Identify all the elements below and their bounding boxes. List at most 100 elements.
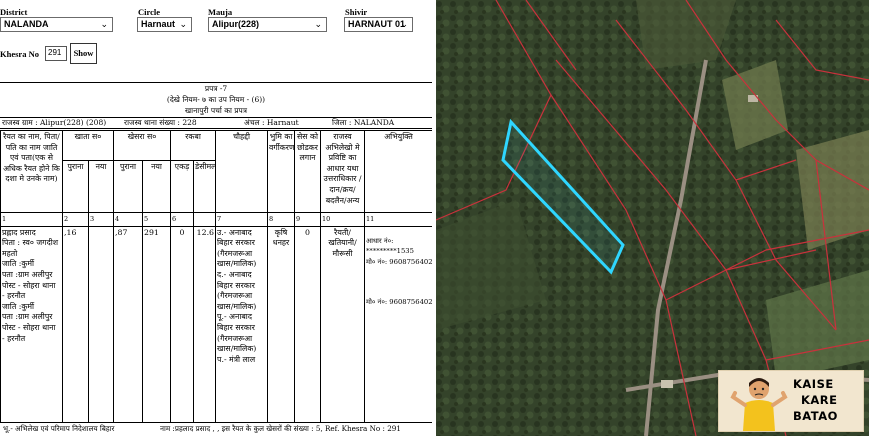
form-subtitle: खानापुरी पर्चा का प्रपत्र — [185, 106, 247, 115]
raiyat-line: पोस्ट - सोहरा थाना — [2, 322, 56, 332]
header-khesra: खेसरा स० — [113, 130, 172, 161]
chauhaddi-line: उ.- अनाबाद — [217, 227, 252, 237]
mauja-label: Mauja — [208, 7, 233, 17]
khata-purana-cell: ,16 — [62, 225, 89, 423]
khesra-label: Khesra No — [0, 49, 39, 59]
bhumi-line: धनहर — [272, 238, 290, 248]
rajasv-line: खतियानी/ — [328, 238, 357, 248]
col-num: 1 — [0, 212, 63, 227]
rajasv-line: मौरूसी — [332, 248, 353, 258]
shivir-value: HARNAUT 01 — [348, 19, 406, 29]
circle-value: Harnaut — [141, 19, 176, 29]
chauhaddi-line: पू.- अनाबाद — [217, 312, 252, 322]
shivir-select[interactable]: HARNAUT 01 ⌄ — [344, 17, 413, 32]
header-chauhaddi: चौहद्दी — [215, 130, 269, 213]
chevron-down-icon: ⌄ — [400, 19, 408, 29]
record-footer: भू.- अभिलेख एवं परिमाप निदेशालय बिहार ना… — [0, 422, 432, 434]
header-khata: खाता स० — [61, 130, 115, 161]
circle-label: Circle — [138, 7, 161, 17]
acre-cell: 0 — [170, 225, 195, 423]
chauhaddi-line: बिहार सरकार — [217, 238, 255, 248]
logo-line-1: KAISE — [793, 377, 834, 391]
col-num: 3 — [87, 212, 115, 227]
ses-cell: 0 — [294, 225, 322, 423]
chauhaddi-line: खास/मालिक) — [217, 259, 257, 269]
anchal: अंचल : Harnaut — [244, 118, 299, 127]
bhumi-cell: कृषि धनहर — [267, 225, 296, 423]
chauhaddi-line: (गैरमजरूआ — [217, 333, 253, 343]
column-number-row: 1 2 3 4 5 6 7 8 9 10 11 — [0, 212, 432, 227]
raiyat-line: जाति :कुर्मी — [2, 259, 35, 269]
chauhaddi-line: बिहार सरकार — [217, 322, 255, 332]
form-rule: (देखे नियम- ७ का उप नियम - (6)) — [166, 95, 266, 104]
thana-number: राजस्व थाना संख्या : 228 — [124, 118, 197, 127]
col-num: 5 — [142, 212, 172, 227]
aadhar-number: *********1535 — [366, 247, 414, 256]
raiyat-cell: प्रह्लाद प्रसाद पिता : स्व० जगदीश महतो ज… — [0, 225, 63, 423]
shrugging-person-icon — [730, 378, 788, 431]
location-info-row: राजस्व ग्राम : Alipur(228) (208) राजस्व … — [0, 117, 432, 129]
footer-left: भू.- अभिलेख एवं परिमाप निदेशालय बिहार — [3, 424, 115, 433]
chauhaddi-line: खास/मालिक) — [217, 301, 257, 311]
circle-select[interactable]: Harnaut ⌄ — [137, 17, 192, 32]
col-num: 4 — [113, 212, 144, 227]
col-num: 2 — [62, 212, 89, 227]
khesra-input[interactable]: 291 — [45, 46, 67, 61]
header-abhiyukti: अभियुक्ति — [364, 130, 432, 213]
header-raiyat: रैयत का नाम, पिता/ पति का नाम जाति एवं प… — [0, 130, 63, 213]
header-acre: एकड़ — [170, 160, 195, 213]
chauhaddi-line: बिहार सरकार — [217, 280, 255, 290]
revenue-village: राजस्व ग्राम : Alipur(228) (208) — [2, 118, 107, 127]
chauhaddi-line: (गैरमजरूआ — [217, 248, 253, 258]
kaise-kare-batao-logo: KAISE KARE BATAO — [718, 370, 864, 432]
chauhaddi-line: प.- मंत्री लाल — [217, 354, 256, 364]
header-rajasv: राजस्व अभिलेखो मे प्रविष्टि का आधार यथा … — [320, 130, 366, 213]
header-khesra-purana: पुराना — [113, 160, 144, 213]
col-num: 6 — [170, 212, 195, 227]
raiyat-line: - हरनौत — [2, 291, 26, 301]
zila: जिला : NALANDA — [332, 118, 395, 127]
mauja-select[interactable]: Alipur(228) ⌄ — [208, 17, 327, 32]
logo-line-3: BATAO — [793, 409, 838, 423]
land-record-table: रैयत का नाम, पिता/ पति का नाम जाति एवं प… — [0, 130, 432, 423]
decimal-cell: 12.6 — [193, 225, 217, 423]
shivir-label: Shivir — [345, 7, 368, 17]
form-header: प्रपत्र -7 (देखे नियम- ७ का उप नियम - (6… — [0, 82, 432, 118]
rajasv-line: रैयती/ — [334, 227, 351, 237]
district-label: District — [0, 7, 28, 17]
header-khata-purana: पुराना — [62, 160, 89, 213]
raiyat-line: - हरनौत — [2, 333, 26, 343]
khesra-purana-cell: ,87 — [113, 225, 144, 423]
mobile-number: मो० नं०: 9608756402 — [366, 257, 432, 266]
header-decimal: डेसीमल — [193, 160, 217, 213]
chevron-down-icon: ⌄ — [179, 19, 187, 29]
raiyat-name: प्रह्लाद प्रसाद — [2, 227, 36, 237]
header-bhumi: भुमि का वर्गीकरण — [267, 130, 296, 213]
chauhaddi-line: खास/मालिक) — [217, 344, 257, 354]
logo-line-2: KARE — [801, 393, 838, 407]
col-num — [193, 212, 217, 227]
district-value: NALANDA — [4, 19, 49, 29]
land-record-panel: District NALANDA ⌄ Circle Harnaut ⌄ Mauj… — [0, 0, 432, 436]
header-rakba: रकबा — [170, 130, 217, 161]
rajasv-cell: रैयती/ खतियानी/ मौरूसी — [320, 225, 366, 423]
chauhaddi-line: (गैरमजरूआ — [217, 291, 253, 301]
aadhar-label: आधार नं०: — [366, 236, 394, 245]
show-button[interactable]: Show — [70, 43, 97, 64]
raiyat-line: पता :ग्राम अलीपुर — [2, 312, 53, 322]
chevron-down-icon: ⌄ — [100, 19, 108, 29]
raiyat-line: जाति :कुर्मी — [2, 301, 35, 311]
mauja-value: Alipur(228) — [212, 19, 260, 29]
col-num: 7 — [215, 212, 269, 227]
col-num: 11 — [364, 212, 432, 227]
abhiyukti-cell: आधार नं०: *********1535 मो० नं०: 9608756… — [364, 225, 432, 423]
spacer-line — [366, 267, 431, 297]
district-select[interactable]: NALANDA ⌄ — [0, 17, 113, 32]
header-khata-naya: नया — [87, 160, 115, 213]
chevron-down-icon: ⌄ — [314, 19, 322, 29]
header-khesra-naya: नया — [142, 160, 172, 213]
table-row: प्रह्लाद प्रसाद पिता : स्व० जगदीश महतो ज… — [0, 225, 432, 423]
raiyat-line: पिता : स्व० जगदीश — [2, 238, 59, 248]
form-title: प्रपत्र -7 — [204, 84, 228, 93]
building — [661, 380, 673, 388]
